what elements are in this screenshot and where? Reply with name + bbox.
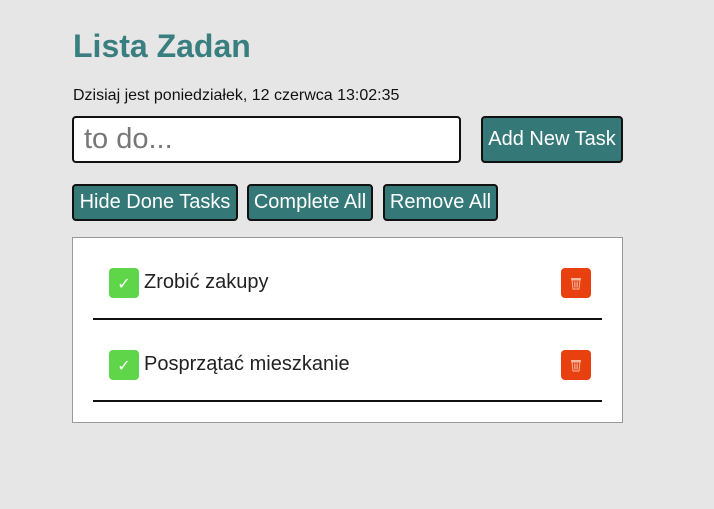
trash-glyph: [571, 360, 581, 372]
complete-all-button[interactable]: Complete All: [247, 184, 373, 221]
page-title: Lista Zadan: [73, 28, 251, 64]
task-list: ✓ Zrobić zakupy ✓ Posprzątać mieszkanie: [72, 237, 623, 423]
trash-icon[interactable]: [561, 268, 591, 298]
check-icon[interactable]: ✓: [109, 350, 139, 380]
trash-glyph: [571, 278, 581, 290]
date-time-text: Dzisiaj jest poniedziałek, 12 czerwca 13…: [73, 87, 400, 104]
task-text: Posprzątać mieszkanie: [144, 353, 350, 375]
task-item: ✓ Posprzątać mieszkanie: [93, 320, 602, 402]
task-item: ✓ Zrobić zakupy: [93, 238, 602, 320]
trash-icon[interactable]: [561, 350, 591, 380]
remove-all-button[interactable]: Remove All: [383, 184, 498, 221]
hide-done-tasks-button[interactable]: Hide Done Tasks: [72, 184, 238, 221]
task-text: Zrobić zakupy: [144, 271, 269, 293]
check-icon[interactable]: ✓: [109, 268, 139, 298]
add-task-button[interactable]: Add New Task: [481, 116, 623, 163]
task-input[interactable]: [72, 116, 461, 163]
